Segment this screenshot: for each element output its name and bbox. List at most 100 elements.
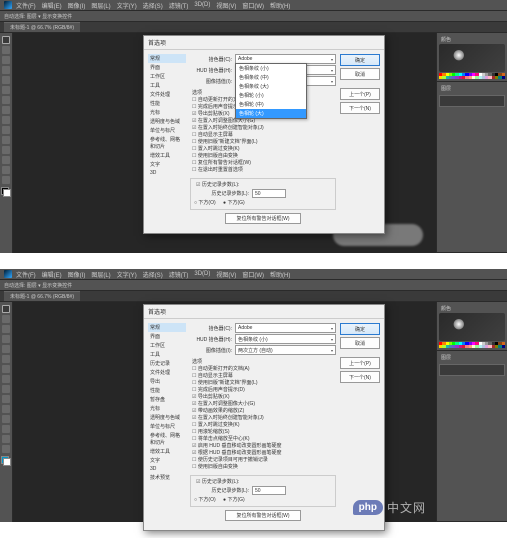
- cat-item[interactable]: 增效工具: [148, 151, 186, 160]
- reset-warnings-button[interactable]: 复位所有警告对话框(W): [225, 213, 300, 224]
- check-item[interactable]: 历史记录步数(L):: [194, 182, 332, 189]
- cat-item[interactable]: 工作区: [148, 72, 186, 81]
- cat-item[interactable]: 技术预览: [148, 473, 186, 482]
- prev-button[interactable]: 上一个(P): [340, 357, 380, 369]
- layer-row[interactable]: [439, 364, 505, 376]
- menu-item[interactable]: 图层(L): [91, 1, 110, 10]
- color-wheel-icon[interactable]: [439, 44, 505, 72]
- cat-item[interactable]: 界面: [148, 332, 186, 341]
- cat-item[interactable]: 界面: [148, 63, 186, 72]
- check-item[interactable]: 使用旧版"新建文档"界面(L): [190, 380, 336, 387]
- menu-item[interactable]: 视图(V): [216, 1, 236, 10]
- check-item[interactable]: 在置入时调整图像大小(G): [190, 401, 336, 408]
- cat-item[interactable]: 常规: [148, 323, 186, 332]
- eraser-tool-icon[interactable]: [2, 385, 10, 393]
- move-tool-icon[interactable]: [2, 305, 10, 313]
- menu-item[interactable]: 帮助(H): [270, 1, 290, 10]
- cat-item[interactable]: 文字: [148, 160, 186, 169]
- move-tool-icon[interactable]: [2, 36, 10, 44]
- next-button[interactable]: 下一个(N): [340, 102, 380, 114]
- marquee-tool-icon[interactable]: [2, 315, 10, 323]
- cat-item[interactable]: 常规: [148, 54, 186, 63]
- picker-combo[interactable]: Adobe: [235, 323, 336, 333]
- marquee-tool-icon[interactable]: [2, 46, 10, 54]
- dropdown-option[interactable]: 色相条纹 (中): [236, 73, 306, 82]
- menu-item[interactable]: 图像(I): [68, 270, 86, 279]
- cat-item[interactable]: 性能: [148, 386, 186, 395]
- cat-item[interactable]: 导出: [148, 377, 186, 386]
- document-tab[interactable]: 未标题-1 @ 66.7% (RGB/8#): [4, 22, 80, 32]
- text-tool-icon[interactable]: [2, 415, 10, 423]
- lasso-tool-icon[interactable]: [2, 325, 10, 333]
- menu-item[interactable]: 文字(Y): [117, 270, 137, 279]
- check-item[interactable]: 带动画效果的缩放(Z): [190, 408, 336, 415]
- fg-bg-swatch[interactable]: [1, 456, 11, 466]
- cat-item[interactable]: 暂存盘: [148, 395, 186, 404]
- next-button[interactable]: 下一个(N): [340, 371, 380, 383]
- check-item[interactable]: 使用旧版"新建文档"界面(L): [190, 139, 336, 146]
- check-item[interactable]: 使用旧版自由变换: [190, 464, 336, 471]
- reset-on-quit[interactable]: 在退出时重置首选项: [190, 167, 336, 174]
- check-item[interactable]: 自动显示主屏幕: [190, 373, 336, 380]
- radio-option[interactable]: 下方(G): [223, 497, 245, 503]
- dropdown-option[interactable]: 色相条纹 (小): [236, 64, 306, 73]
- wand-tool-icon[interactable]: [2, 335, 10, 343]
- text-tool-icon[interactable]: [2, 146, 10, 154]
- cat-item[interactable]: 3D: [148, 465, 186, 473]
- stamp-tool-icon[interactable]: [2, 106, 10, 114]
- menu-item[interactable]: 文件(F): [16, 270, 36, 279]
- dropdown-option[interactable]: 色相轮 (中): [236, 100, 306, 109]
- hud-combo[interactable]: 色相条纹 (小): [235, 334, 336, 344]
- stamp-tool-icon[interactable]: [2, 375, 10, 383]
- swatch[interactable]: [502, 345, 505, 348]
- menu-item[interactable]: 图层(L): [91, 270, 110, 279]
- lasso-tool-icon[interactable]: [2, 56, 10, 64]
- menu-item[interactable]: 图像(I): [68, 1, 86, 10]
- menu-item[interactable]: 滤镜(T): [169, 270, 189, 279]
- cat-item[interactable]: 工具: [148, 350, 186, 359]
- cat-item[interactable]: 文字: [148, 456, 186, 465]
- menu-item[interactable]: 3D(D): [194, 2, 210, 8]
- check-item[interactable]: 使历史记录项目可用于撤销记录: [190, 457, 336, 464]
- check-item[interactable]: 历史记录步数(L):: [194, 479, 332, 486]
- layer-row[interactable]: [439, 95, 505, 107]
- brush-tool-icon[interactable]: [2, 96, 10, 104]
- shape-tool-icon[interactable]: [2, 425, 10, 433]
- reset-warnings[interactable]: 复位所有警告对话框(W): [190, 160, 336, 167]
- color-wheel-icon[interactable]: [439, 313, 505, 341]
- radio-option[interactable]: 下方(O): [194, 497, 216, 503]
- panel-tab[interactable]: 颜色: [439, 35, 453, 44]
- zoom-tool-icon[interactable]: [2, 176, 10, 184]
- check-item[interactable]: 置入时跳过变换(K): [190, 422, 336, 429]
- menu-item[interactable]: 选择(S): [143, 1, 163, 10]
- cat-item[interactable]: 增效工具: [148, 447, 186, 456]
- cat-item[interactable]: 工作区: [148, 341, 186, 350]
- check-item[interactable]: 置入时跳过变换(K): [190, 146, 336, 153]
- interp-combo[interactable]: 两次立方 (自动): [235, 345, 336, 355]
- hud-dropdown[interactable]: 色相条纹 (小) 色相条纹 (中) 色相条纹 (大) 色相轮 (小) 色相轮 (…: [235, 63, 307, 119]
- menu-item[interactable]: 文件(F): [16, 1, 36, 10]
- shape-tool-icon[interactable]: [2, 156, 10, 164]
- radio-option[interactable]: 下方(O): [194, 200, 216, 206]
- cancel-button[interactable]: 取消: [340, 68, 380, 80]
- history-steps-input[interactable]: 50: [252, 189, 286, 198]
- check-item[interactable]: 将单击点缩放至中心(K): [190, 436, 336, 443]
- cat-item[interactable]: 光标: [148, 404, 186, 413]
- check-item[interactable]: 自动显示主屏幕: [190, 132, 336, 139]
- dropdown-option[interactable]: 色相轮 (大): [236, 109, 306, 118]
- cat-item[interactable]: 参考线、网格和切片: [148, 135, 186, 151]
- ok-button[interactable]: 确定: [340, 54, 380, 66]
- check-item[interactable]: 根据 HUD 垂直移动改变圆形画笔硬度: [190, 450, 336, 457]
- hand-tool-icon[interactable]: [2, 166, 10, 174]
- menu-item[interactable]: 帮助(H): [270, 270, 290, 279]
- cat-item[interactable]: 性能: [148, 99, 186, 108]
- cat-item[interactable]: 文件处理: [148, 368, 186, 377]
- menu-item[interactable]: 窗口(W): [242, 270, 264, 279]
- cat-item[interactable]: 单位与标尺: [148, 126, 186, 135]
- pen-tool-icon[interactable]: [2, 405, 10, 413]
- brush-tool-icon[interactable]: [2, 365, 10, 373]
- check-item[interactable]: 使用旧版自由变换: [190, 153, 336, 160]
- menu-item[interactable]: 滤镜(T): [169, 1, 189, 10]
- eyedropper-tool-icon[interactable]: [2, 86, 10, 94]
- cancel-button[interactable]: 取消: [340, 337, 380, 349]
